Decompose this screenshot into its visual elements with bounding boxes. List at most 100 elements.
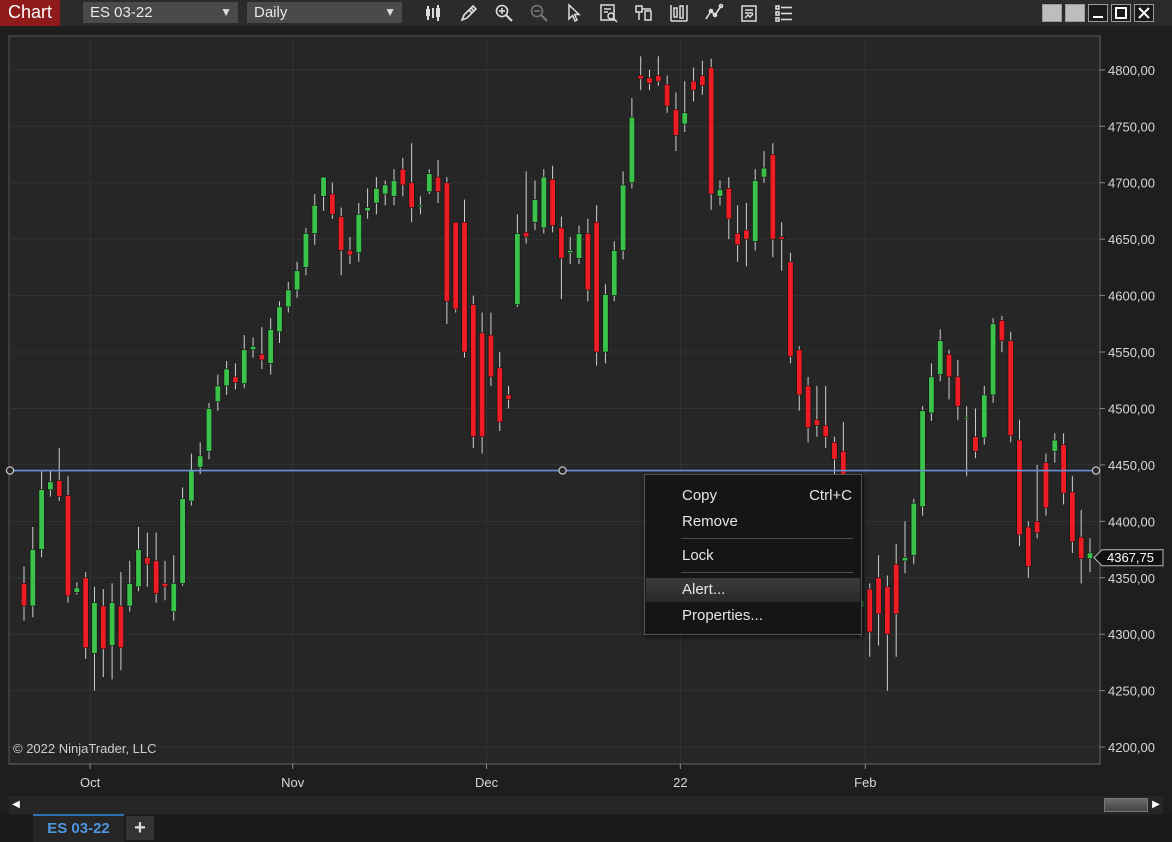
menu-item-alert[interactable]: Alert...: [646, 578, 860, 602]
candle-body: [56, 480, 63, 497]
candle-body: [100, 605, 107, 650]
strategies-icon[interactable]: [661, 0, 696, 26]
zoom-in-icon[interactable]: [486, 0, 521, 26]
close-icon: [1138, 7, 1150, 19]
candle-body: [531, 199, 539, 223]
candle: [65, 476, 72, 603]
candle-body: [884, 586, 891, 635]
candle-body: [1069, 491, 1076, 542]
menu-label-remove: Remove: [682, 513, 738, 530]
zoom-out-icon[interactable]: [521, 0, 556, 26]
maximize-button[interactable]: [1111, 4, 1131, 22]
menu-item-remove[interactable]: Remove: [646, 510, 860, 534]
candle-body: [364, 207, 371, 212]
candle-body: [179, 498, 186, 584]
candle-body: [91, 602, 98, 654]
candle-body: [664, 84, 671, 107]
candle-body: [769, 154, 776, 240]
candle-body: [611, 250, 618, 296]
price-chart[interactable]: 4800,00 4750,00 4700,00 4650,00 4600,00 4550,…: [0, 26, 1172, 796]
candle-body: [355, 214, 362, 254]
data-box-icon[interactable]: [591, 0, 626, 26]
candle: [611, 241, 618, 302]
y-tick-label: 4200,00: [1108, 740, 1155, 755]
title-bar: Chart ES 03-22 ▼ Daily ▼: [0, 0, 1172, 26]
candle-body: [408, 182, 415, 208]
pointer-icon[interactable]: [556, 0, 591, 26]
candle-body: [479, 332, 486, 437]
candle-body: [1034, 521, 1041, 533]
candle-body: [65, 495, 72, 597]
candle-body: [972, 436, 979, 452]
candle-body: [875, 577, 882, 615]
candle: [910, 498, 917, 565]
y-tick-label: 4250,00: [1108, 684, 1155, 699]
maximize-icon: [1115, 7, 1127, 19]
candle-body: [743, 229, 750, 240]
tab-bar: ES 03-22 +: [0, 814, 1172, 842]
instrument-value: ES 03-22: [90, 4, 153, 21]
scroll-left-icon[interactable]: ◀: [9, 796, 23, 814]
tab-es-03-22[interactable]: ES 03-22: [33, 814, 124, 842]
menu-item-lock[interactable]: Lock: [646, 544, 860, 568]
candle-body: [699, 75, 706, 86]
y-tick-label: 4350,00: [1108, 571, 1155, 586]
candle-body: [514, 233, 521, 305]
candle-body: [126, 583, 133, 607]
y-tick-label: 4450,00: [1108, 458, 1155, 473]
candle-body: [1078, 536, 1085, 559]
indicators-icon[interactable]: [626, 0, 661, 26]
horizontal-scrollbar[interactable]: ◀ ▶: [9, 796, 1163, 814]
link-button[interactable]: [1042, 4, 1062, 22]
minimize-button[interactable]: [1088, 4, 1108, 22]
candle-body: [690, 80, 697, 91]
candle: [540, 169, 547, 234]
candle-body: [346, 250, 353, 256]
line-anchor-handle[interactable]: [1091, 466, 1101, 475]
period-selector[interactable]: Daily ▼: [247, 2, 402, 23]
x-tick-label: Nov: [281, 775, 305, 790]
candle: [479, 312, 486, 454]
candle-body: [725, 188, 732, 220]
candle-body: [399, 168, 406, 186]
candle-body: [1016, 439, 1023, 536]
candle: [179, 487, 186, 586]
y-tick-label: 4300,00: [1108, 627, 1155, 642]
add-tab-button[interactable]: +: [126, 816, 154, 840]
menu-item-copy[interactable]: Copy Ctrl+C: [646, 484, 860, 508]
y-tick-label: 4750,00: [1108, 119, 1155, 134]
candle-body: [567, 250, 574, 254]
line-anchor-handle[interactable]: [558, 466, 567, 475]
candle-body: [602, 294, 609, 353]
close-button[interactable]: [1134, 4, 1154, 22]
line-anchor-handle[interactable]: [5, 466, 15, 475]
templates-icon[interactable]: [731, 0, 766, 26]
candle-body: [461, 221, 468, 353]
candle-body: [1060, 444, 1067, 494]
properties-icon[interactable]: [766, 0, 801, 26]
link-instrument-button[interactable]: [1065, 4, 1085, 22]
drawing-tools-icon[interactable]: [451, 0, 486, 26]
instrument-selector[interactable]: ES 03-22 ▼: [83, 2, 238, 23]
chart-trader-icon[interactable]: [696, 0, 731, 26]
candle-body: [135, 549, 142, 588]
y-tick-label: 4500,00: [1108, 401, 1155, 416]
candle-body: [787, 261, 794, 357]
scroll-right-icon[interactable]: ▶: [1149, 796, 1163, 814]
candle-body: [831, 442, 838, 460]
candle-body: [382, 184, 389, 195]
bar-type-icon[interactable]: [416, 0, 451, 26]
candle-body: [390, 180, 398, 197]
chart-toolbar: [416, 0, 801, 26]
candle-body: [1086, 552, 1094, 559]
candle-body: [373, 188, 380, 204]
candle-body: [708, 67, 715, 195]
candle: [461, 199, 468, 358]
menu-label-copy: Copy: [682, 487, 718, 504]
menu-item-properties[interactable]: Properties...: [646, 604, 860, 628]
candle-body: [20, 583, 28, 607]
scroll-thumb[interactable]: [1104, 798, 1148, 812]
candle-body: [919, 410, 926, 507]
candle-body: [117, 605, 124, 649]
candle-body: [285, 289, 292, 308]
